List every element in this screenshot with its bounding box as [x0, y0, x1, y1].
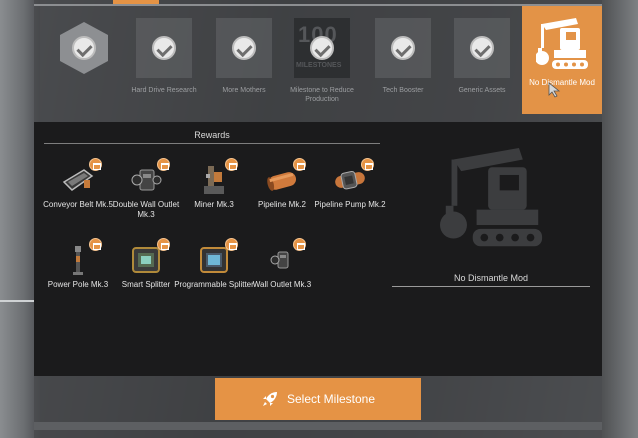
detail-title: No Dismantle Mod: [453, 273, 529, 283]
milestone-label: Generic Assets: [458, 87, 506, 94]
bottom-bar: [34, 422, 602, 430]
pipeline-pump-icon: [335, 170, 365, 190]
factory-badge-icon: [293, 238, 306, 251]
power-pole-icon: [73, 246, 83, 275]
check-icon: [232, 36, 256, 60]
double-wall-outlet-icon: [131, 169, 162, 191]
active-tab-indicator: [113, 0, 159, 4]
detail-divider: [392, 286, 590, 287]
reward-item-smart-splitter[interactable]: Smart Splitter: [112, 238, 180, 308]
reward-item-pipeline[interactable]: Pipeline Mk.2: [248, 158, 316, 228]
reward-item-wall-outlet[interactable]: Wall Outlet Mk.3: [248, 238, 316, 308]
pipeline-icon: [267, 172, 297, 191]
miner-icon: [204, 166, 224, 194]
check-icon: [152, 36, 176, 60]
milestone-tile-3[interactable]: More Mothers: [216, 18, 272, 94]
conveyor-belt-icon: [62, 169, 94, 191]
crane-icon: [440, 148, 543, 247]
mouse-cursor-icon: [548, 82, 561, 98]
rewards-divider: [44, 143, 380, 144]
check-icon: [470, 36, 494, 60]
select-milestone-button[interactable]: Select Milestone: [215, 378, 421, 420]
factory-badge-icon: [361, 158, 374, 171]
milestone-label: Milestone to Reduce Production: [290, 87, 354, 103]
milestone-label: Tech Booster: [382, 87, 424, 94]
factory-badge-icon: [157, 238, 170, 251]
rocket-icon: [262, 392, 277, 406]
reward-name: Pipeline Pump Mk.2: [314, 200, 386, 209]
reward-item-power-pole[interactable]: Power Pole Mk.3: [44, 238, 112, 308]
milestone-tile-selected[interactable]: No Dismantle Mod: [522, 6, 602, 114]
crane-icon: [536, 18, 588, 69]
milestone-tile-2[interactable]: Hard Drive Research: [131, 18, 197, 94]
smart-splitter-icon: [132, 247, 160, 273]
factory-badge-icon: [157, 158, 170, 171]
factory-badge-icon: [89, 238, 102, 251]
factory-badge-icon: [293, 158, 306, 171]
rewards-title: Rewards: [194, 130, 230, 140]
check-icon: [391, 36, 415, 60]
select-milestone-label: Select Milestone: [286, 392, 376, 406]
factory-badge-icon: [225, 158, 238, 171]
milestone-strip: Hard Drive Research More Mothers 100 MIL…: [34, 6, 602, 114]
milestone-details-panel: Rewards Conveyor Belt Mk.5 Double Wall O…: [34, 122, 602, 376]
milestone-label: Hard Drive Research: [131, 87, 197, 94]
milestone-tile-4[interactable]: 100 MILESTONES Milestone to Reduce Produ…: [290, 18, 354, 103]
reward-item-pipeline-pump[interactable]: Pipeline Pump Mk.2: [314, 158, 386, 228]
milestone-badge-text: MILESTONES: [296, 62, 342, 69]
milestone-label: More Mothers: [222, 87, 266, 94]
reward-item-double-wall-outlet[interactable]: Double Wall Outlet Mk.3: [112, 158, 180, 228]
factory-badge-icon: [89, 158, 102, 171]
reward-item-programmable-splitter[interactable]: Programmable Splitter: [174, 238, 254, 308]
wall-outlet-icon: [270, 251, 289, 269]
milestone-tile-6[interactable]: Generic Assets: [454, 18, 510, 94]
check-icon: [310, 36, 334, 60]
reward-item-miner[interactable]: Miner Mk.3: [180, 158, 248, 228]
milestone-tile-1[interactable]: [56, 18, 112, 82]
reward-name: Wall Outlet Mk.3: [252, 280, 312, 289]
check-icon: [72, 36, 96, 60]
programmable-splitter-icon: [200, 247, 228, 273]
selected-milestone-label: No Dismantle Mod: [529, 78, 595, 87]
factory-badge-icon: [225, 238, 238, 251]
reward-item-conveyor-belt[interactable]: Conveyor Belt Mk.5: [43, 158, 113, 228]
background-wall: [602, 0, 638, 438]
milestone-tile-5[interactable]: Tech Booster: [375, 18, 431, 94]
